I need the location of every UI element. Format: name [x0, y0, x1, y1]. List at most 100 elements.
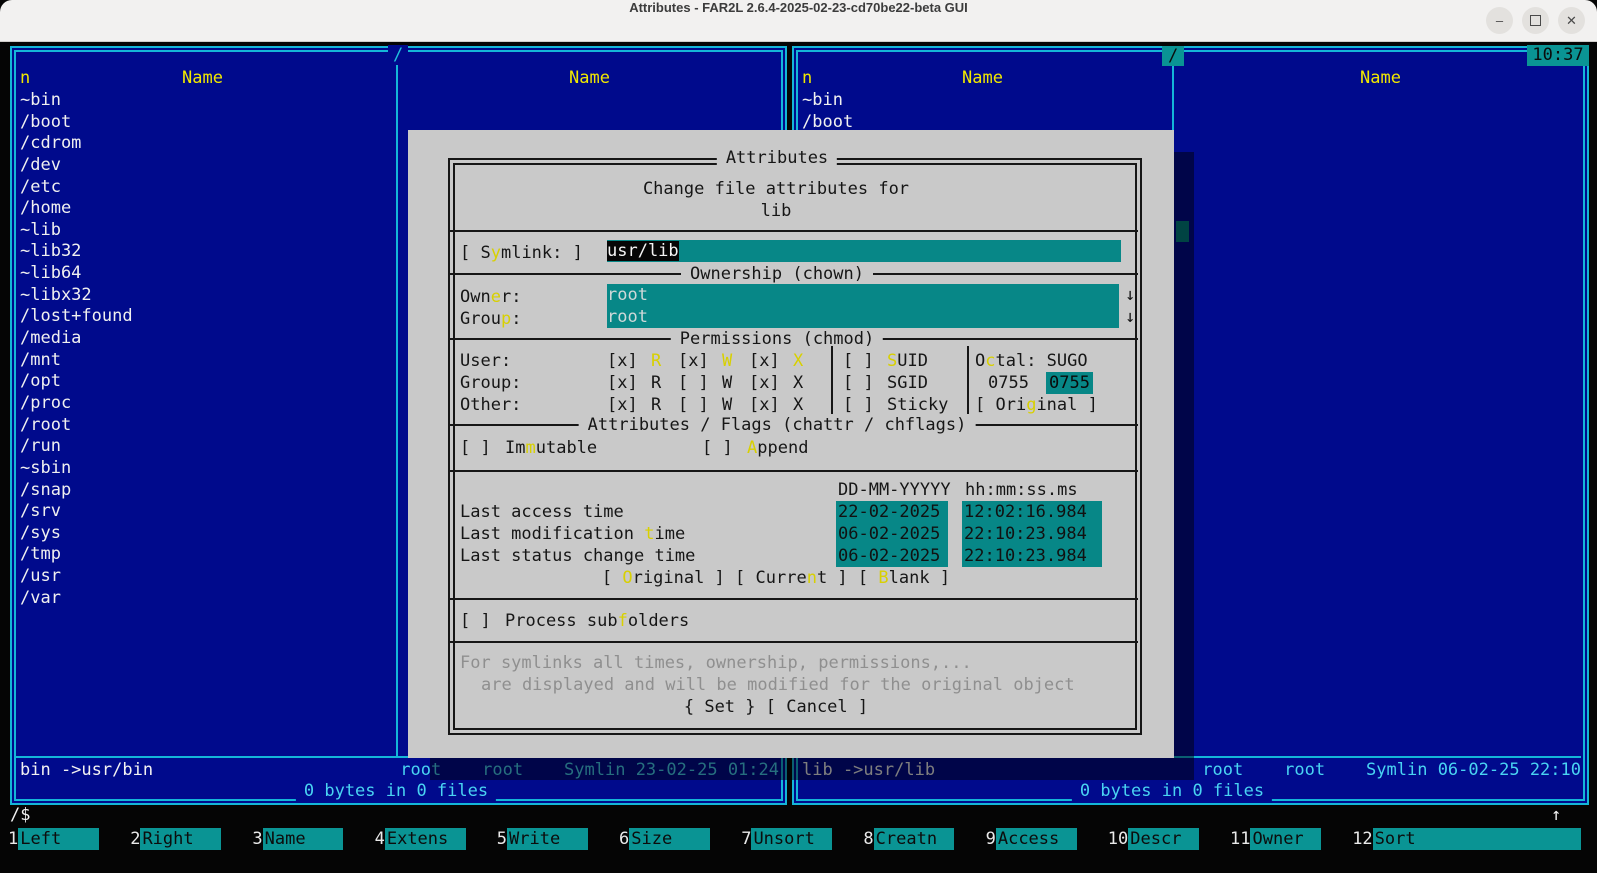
- fkey-12-sort[interactable]: 12Sort: [1352, 828, 1581, 850]
- file-item[interactable]: /var: [20, 588, 390, 610]
- fkey-2-right[interactable]: 2Right: [130, 828, 221, 850]
- file-item[interactable]: /media: [20, 328, 390, 350]
- process-subfolders-label: Process subfolders: [505, 610, 689, 632]
- perm-user-label: User:: [460, 350, 511, 372]
- perm-group-write-checkbox[interactable]: [ ]: [678, 372, 709, 394]
- window-controls: – ✕: [1486, 7, 1585, 34]
- fkey-3-name[interactable]: 3Name: [252, 828, 343, 850]
- file-item[interactable]: /proc: [20, 393, 390, 415]
- label-text: lank ]: [889, 568, 950, 588]
- fkey-label: Size: [629, 828, 710, 850]
- history-up-arrow-icon[interactable]: ↑: [1551, 804, 1561, 826]
- file-item[interactable]: ~bin: [20, 90, 390, 112]
- symlink-selected-text: usr/lib: [607, 241, 679, 261]
- symlink-input[interactable]: usr/lib: [607, 240, 1121, 262]
- file-item[interactable]: ~libx32: [20, 285, 390, 307]
- file-item[interactable]: /opt: [20, 371, 390, 393]
- flags-section-title: Attributes / Flags (chattr / chflags): [579, 414, 976, 436]
- fkey-11-owner[interactable]: 11Owner: [1230, 828, 1321, 850]
- file-item[interactable]: ~sbin: [20, 458, 390, 480]
- label-text: Sticky: [887, 395, 948, 415]
- octal-original-value: 0755: [988, 372, 1029, 394]
- left-panel-col1-header[interactable]: Name: [182, 67, 223, 89]
- octal-label: Octal: SUGO: [975, 350, 1088, 372]
- file-item[interactable]: /lost+found: [20, 306, 390, 328]
- set-button[interactable]: { Set }: [684, 697, 756, 717]
- append-checkbox[interactable]: [ ]: [702, 437, 733, 459]
- perm-other-write-checkbox[interactable]: [ ]: [678, 394, 709, 416]
- file-item[interactable]: /cdrom: [20, 133, 390, 155]
- file-item[interactable]: /srv: [20, 501, 390, 523]
- cancel-button[interactable]: [ Cancel ]: [766, 697, 868, 717]
- label-text: ime: [654, 524, 685, 544]
- sgid-label: SGID: [887, 372, 928, 394]
- fkey-7-unsort[interactable]: 7Unsort: [741, 828, 832, 850]
- suid-checkbox[interactable]: [ ]: [843, 350, 874, 372]
- sgid-checkbox[interactable]: [ ]: [843, 372, 874, 394]
- fkey-9-access[interactable]: 9Access: [986, 828, 1077, 850]
- file-item[interactable]: /usr: [20, 566, 390, 588]
- minimize-icon[interactable]: –: [1486, 7, 1513, 34]
- file-item[interactable]: ~lib32: [20, 241, 390, 263]
- process-subfolders-checkbox[interactable]: [ ]: [460, 610, 491, 632]
- octal-input[interactable]: 0755: [1046, 372, 1093, 394]
- fkey-4-extens[interactable]: 4Extens: [375, 828, 466, 850]
- group-history-arrow-icon[interactable]: ↓: [1125, 306, 1135, 328]
- file-item[interactable]: /mnt: [20, 350, 390, 372]
- group-input[interactable]: root: [607, 306, 1119, 328]
- perm-other-read-checkbox[interactable]: [x]: [607, 394, 638, 416]
- maximize-icon[interactable]: [1522, 7, 1549, 34]
- file-item[interactable]: ~lib: [20, 220, 390, 242]
- file-item[interactable]: /etc: [20, 177, 390, 199]
- last-modification-date-input[interactable]: 06-02-2025: [836, 523, 948, 545]
- last-access-time-input[interactable]: 12:02:16.984: [962, 501, 1102, 523]
- perm-other-exec-checkbox[interactable]: [x]: [749, 394, 780, 416]
- fkey-8-creatn[interactable]: 8Creatn: [863, 828, 954, 850]
- times-current-button[interactable]: [ Current ]: [735, 568, 848, 588]
- command-line-prompt[interactable]: /$: [10, 804, 30, 826]
- last-access-date-input[interactable]: 22-02-2025: [836, 501, 948, 523]
- owner-input[interactable]: root: [607, 284, 1119, 306]
- file-item[interactable]: /boot: [20, 112, 390, 134]
- fkey-5-write[interactable]: 5Write: [497, 828, 588, 850]
- left-panel-path[interactable]: /: [388, 45, 408, 65]
- symlink-note-line2: are displayed and will be modified for t…: [481, 674, 1075, 696]
- immutable-checkbox[interactable]: [ ]: [460, 437, 491, 459]
- left-panel-column-divider: [396, 62, 398, 757]
- file-item[interactable]: /run: [20, 436, 390, 458]
- last-status-change-date-input[interactable]: 06-02-2025: [836, 545, 948, 567]
- file-item[interactable]: ~lib64: [20, 263, 390, 285]
- close-icon[interactable]: ✕: [1558, 7, 1585, 34]
- perm-user-write-checkbox[interactable]: [x]: [678, 350, 709, 372]
- perm-user-exec-checkbox[interactable]: [x]: [749, 350, 780, 372]
- fkey-6-size[interactable]: 6Size: [619, 828, 710, 850]
- symlink-label[interactable]: [ Symlink: ]: [460, 242, 583, 264]
- file-item[interactable]: ~bin: [802, 90, 1162, 112]
- fkey-1-left[interactable]: 1Left: [8, 828, 99, 850]
- file-item[interactable]: /snap: [20, 480, 390, 502]
- last-modification-time-input[interactable]: 22:10:23.984: [962, 523, 1102, 545]
- fkey-10-descr[interactable]: 10Descr: [1108, 828, 1199, 850]
- file-item[interactable]: /tmp: [20, 544, 390, 566]
- append-label: Append: [747, 437, 808, 459]
- right-panel-path[interactable]: /: [1162, 46, 1184, 66]
- file-item[interactable]: /home: [20, 198, 390, 220]
- owner-history-arrow-icon[interactable]: ↓: [1125, 284, 1135, 306]
- sticky-checkbox[interactable]: [ ]: [843, 394, 874, 416]
- left-panel-summary: 0 bytes in 0 files: [296, 780, 496, 802]
- octal-original-button[interactable]: [ Original ]: [975, 394, 1098, 416]
- label-text: mlink: ]: [501, 243, 583, 263]
- file-item[interactable]: /dev: [20, 155, 390, 177]
- left-panel-col2-header[interactable]: Name: [569, 67, 610, 89]
- file-item[interactable]: /root: [20, 415, 390, 437]
- file-item[interactable]: /sys: [20, 523, 390, 545]
- right-panel-col1-header[interactable]: Name: [962, 67, 1003, 89]
- perm-group-exec-checkbox[interactable]: [x]: [749, 372, 780, 394]
- times-original-button[interactable]: [ Original ]: [602, 568, 725, 588]
- right-panel-col2-header[interactable]: Name: [1360, 67, 1401, 89]
- last-status-change-time-input[interactable]: 22:10:23.984: [962, 545, 1102, 567]
- label-text: Im: [505, 438, 525, 458]
- perm-group-read-checkbox[interactable]: [x]: [607, 372, 638, 394]
- perm-user-read-checkbox[interactable]: [x]: [607, 350, 638, 372]
- times-blank-button[interactable]: [ Blank ]: [858, 568, 950, 588]
